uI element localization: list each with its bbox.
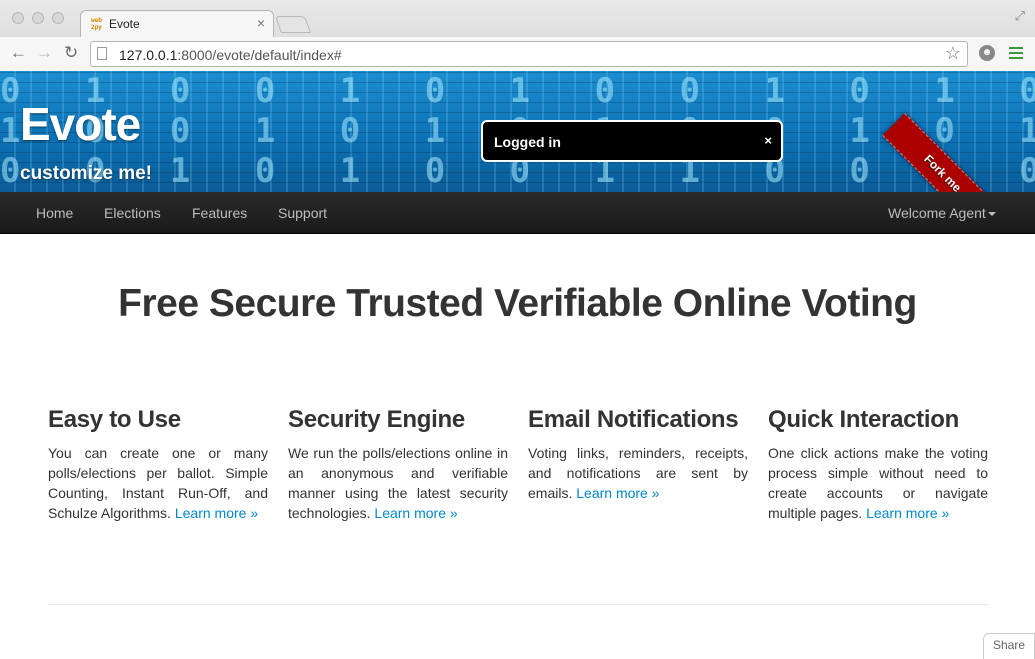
close-tab-icon[interactable]: ×	[257, 15, 265, 31]
forward-icon[interactable]: →	[36, 43, 53, 63]
close-window-button[interactable]	[12, 12, 24, 24]
feature-title: Security Engine	[288, 406, 465, 433]
nav-features[interactable]: Features	[192, 205, 247, 221]
learn-more-link[interactable]: Learn more »	[374, 505, 457, 521]
browser-tab[interactable]: web 2py Evote ×	[80, 10, 274, 37]
new-tab-button[interactable]	[274, 16, 312, 33]
favicon-icon: web 2py	[91, 17, 102, 31]
learn-more-link[interactable]: Learn more »	[576, 485, 659, 501]
menu-icon[interactable]	[1009, 47, 1023, 59]
feature-column: Email Notifications Voting links, remind…	[528, 400, 748, 503]
flash-message: Logged in ×	[481, 120, 783, 162]
page-icon	[97, 47, 107, 60]
flash-text: Logged in	[494, 134, 561, 150]
feature-column: Security Engine We run the polls/electio…	[288, 400, 508, 523]
user-menu-label: Welcome Agent	[888, 205, 986, 221]
fullscreen-icon[interactable]: ⤢	[1015, 8, 1025, 24]
header-banner: 0 1 0 0 1 0 1 0 0 1 0 1 0 0 1 0 1 0 0 1 …	[0, 71, 1035, 192]
nav-home[interactable]: Home	[36, 205, 73, 221]
extension-icon[interactable]: ☻	[979, 45, 995, 61]
bookmark-star-icon[interactable]: ☆	[945, 43, 961, 64]
browser-chrome: web 2py Evote × ⤢ ← → ↻ 127.0.0.1:8000/ev…	[0, 0, 1035, 71]
share-button[interactable]: Share	[983, 633, 1035, 659]
feature-text: We run the polls/elections online in an …	[288, 445, 508, 521]
tab-title: Evote	[109, 17, 140, 31]
feature-text: You can create one or many polls/electio…	[48, 445, 268, 521]
feature-title: Easy to Use	[48, 406, 181, 433]
feature-title: Email Notifications	[528, 406, 739, 433]
feature-text: Voting links, reminders, receipts, and n…	[528, 445, 748, 501]
learn-more-link[interactable]: Learn more »	[866, 505, 949, 521]
caret-down-icon	[987, 212, 996, 217]
browser-toolbar: ← → ↻ 127.0.0.1:8000/evote/default/index…	[0, 37, 1035, 71]
user-menu[interactable]: Welcome Agent	[888, 205, 996, 221]
reload-icon[interactable]: ↻	[64, 43, 78, 63]
zoom-window-button[interactable]	[52, 12, 64, 24]
back-icon[interactable]: ←	[10, 43, 27, 63]
page-headline: Free Secure Trusted Verifiable Online Vo…	[118, 282, 917, 325]
url-text: 127.0.0.1:8000/evote/default/index#	[119, 47, 342, 63]
tagline: customize me!	[20, 163, 152, 184]
nav-support[interactable]: Support	[278, 205, 327, 221]
feature-column: Quick Interaction One click actions make…	[768, 400, 988, 523]
address-bar[interactable]: 127.0.0.1:8000/evote/default/index# ☆	[90, 41, 968, 67]
feature-column: Easy to Use You can create one or many p…	[48, 400, 268, 523]
main-navbar: Home Elections Features Support Welcome …	[0, 192, 1035, 234]
feature-title: Quick Interaction	[768, 406, 959, 433]
divider	[48, 604, 988, 605]
nav-elections[interactable]: Elections	[104, 205, 161, 221]
minimize-window-button[interactable]	[32, 12, 44, 24]
brand-title[interactable]: Evote	[20, 97, 141, 151]
close-icon[interactable]: ×	[764, 133, 772, 148]
feature-text: One click actions make the voting proces…	[768, 445, 988, 521]
learn-more-link[interactable]: Learn more »	[175, 505, 258, 521]
